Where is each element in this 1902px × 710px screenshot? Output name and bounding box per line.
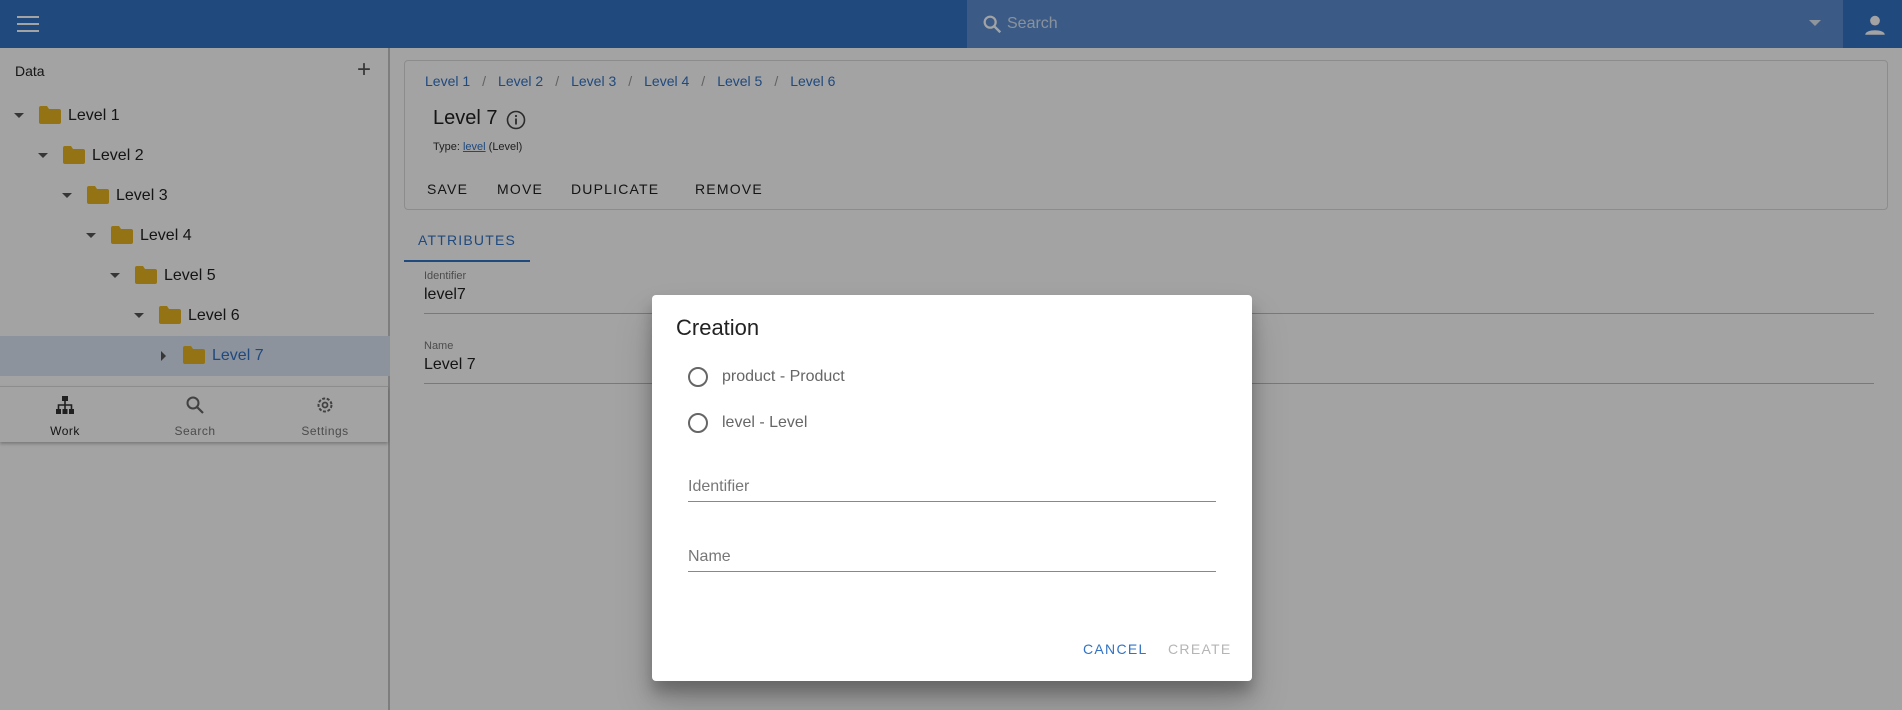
creation-dialog: Creation product - Product level - Level… [652,295,1252,681]
identifier-input[interactable] [688,476,1216,498]
identifier-field[interactable] [688,472,1216,502]
cancel-button[interactable]: CANCEL [1083,639,1148,659]
radio-label: product - Product [722,368,845,385]
radio-button[interactable] [688,413,708,433]
dialog-title: Creation [676,315,760,340]
name-input[interactable] [688,546,1216,568]
radio-button[interactable] [688,367,708,387]
name-field[interactable] [688,542,1216,572]
radio-label: level - Level [722,414,808,431]
create-button[interactable]: CREATE [1168,639,1232,659]
